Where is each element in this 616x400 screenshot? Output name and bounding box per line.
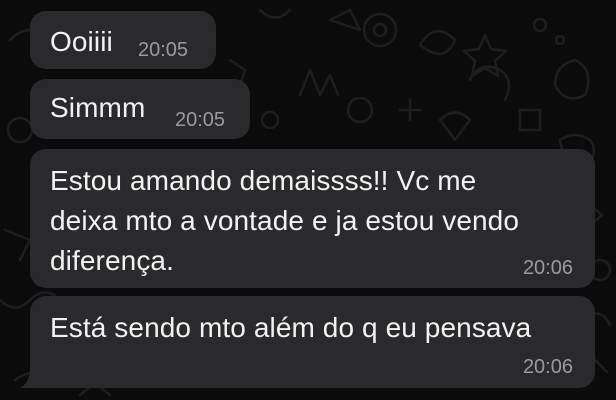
message-text: Está sendo mto além do q eu pensava bbox=[50, 312, 532, 343]
message-timestamp: 20:05 bbox=[138, 39, 189, 61]
message-bubble[interactable]: Estou amando demaissss!! Vc me deixa mto… bbox=[30, 149, 595, 288]
bubble-tail-icon bbox=[20, 372, 38, 388]
message-bubble[interactable]: Ooiiii 20:05 bbox=[30, 11, 216, 69]
message-text: Ooiiii bbox=[50, 26, 113, 57]
message-text: Simmm bbox=[50, 92, 146, 123]
message-bubble[interactable]: Está sendo mto além do q eu pensava 20:0… bbox=[30, 296, 595, 388]
chat-view: Ooiiii 20:05 Simmm 20:05 Estou amando de… bbox=[0, 0, 616, 400]
message-timestamp: 20:06 bbox=[522, 356, 573, 378]
message-text: Estou amando demaissss!! Vc me deixa mto… bbox=[50, 165, 520, 276]
message-timestamp: 20:06 bbox=[522, 257, 573, 279]
message-timestamp: 20:05 bbox=[175, 109, 226, 131]
message-bubble[interactable]: Simmm 20:05 bbox=[30, 79, 250, 139]
